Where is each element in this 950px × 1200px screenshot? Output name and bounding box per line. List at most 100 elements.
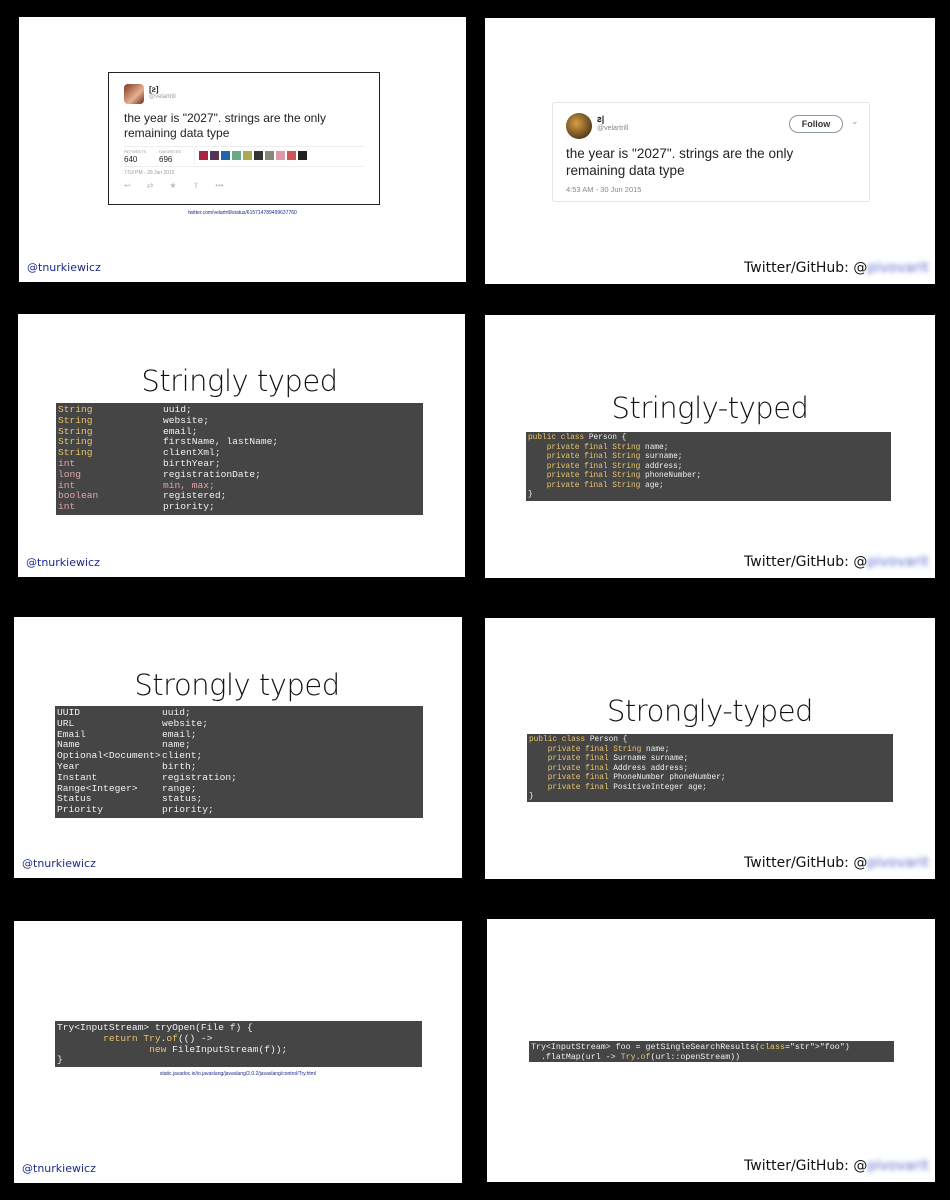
field-type: URL [57, 717, 75, 729]
code-block: public class Person { private final Stri… [527, 734, 893, 802]
favorite-icon[interactable]: ★ [169, 181, 176, 190]
field-name: registrationDate; [163, 468, 261, 480]
slide-title: Strongly typed [134, 668, 340, 702]
retweets-label: RETWEETS [124, 149, 147, 154]
code-line: } [57, 1054, 63, 1066]
retweets-count: 640 [124, 155, 138, 164]
field-row: Year birth; [57, 761, 421, 773]
code-line: } [529, 793, 534, 801]
favorites-count: 696 [159, 155, 173, 164]
social-label: Twitter/GitHub: @ [744, 260, 868, 276]
favoriter-avatars [199, 151, 307, 160]
code-line: private final String address; [546, 462, 683, 471]
slide-6: Strongly-typed public class Person { pri… [485, 618, 935, 879]
field-name: uuid; [163, 404, 192, 415]
tweet-text: the year is "2027". strings are the only… [124, 111, 326, 140]
field-row: String clientXml; [58, 447, 421, 459]
tweet-timestamp: 7:53 PM - 29 Jun 2015 [124, 170, 175, 176]
source-link[interactable]: twitter.com/velartrill/status/6157147894… [19, 210, 466, 216]
slide-3: Stringly typed String uuid; String website;… [18, 314, 465, 577]
avatar [298, 151, 307, 160]
follow-button[interactable]: Follow [789, 115, 843, 133]
slide-title: Stringly typed [141, 364, 338, 398]
avatar [124, 84, 144, 104]
field-name: birthYear; [163, 457, 221, 469]
tweet-handle: @velartrill [149, 94, 176, 100]
social-label: Twitter/GitHub: @ [744, 554, 868, 570]
tweet-display-name: [ꙅ] [149, 85, 159, 94]
slide-8: Try<InputStream> foo = getSingleSearchRe… [487, 919, 935, 1182]
field-row: Range<Integer> range; [57, 783, 421, 795]
code-block: String uuid; String website; String email; Str… [56, 403, 423, 515]
social-handle: Twitter/GitHub: @pivovarit [744, 855, 929, 871]
blurred-handle: pivovarit [867, 554, 929, 570]
favorites-label: FAVORITES [159, 149, 182, 154]
code-block: Try<InputStream> foo = getSingleSearchRe… [529, 1041, 894, 1062]
code-line: new FileInputStream(f)); [149, 1043, 288, 1055]
field-row: boolean registered; [58, 490, 421, 502]
code-line: public class Person { [528, 434, 627, 442]
field-name: firstName, lastName; [163, 436, 279, 448]
chevron-down-icon[interactable]: ⌄ [851, 116, 859, 127]
field-row: UUID uuid; [57, 707, 421, 719]
tweet-text: the year is "2027". strings are the only… [566, 146, 794, 178]
code-line: private final Address address; [547, 764, 689, 773]
code-line: private final String surname; [546, 453, 683, 461]
avatar [276, 151, 285, 160]
author-handle: @tnurkiewicz [26, 556, 100, 569]
source-link[interactable]: static.javadoc.io/io.javaslang/javaslang… [14, 1071, 462, 1077]
field-row: String website; [58, 414, 421, 427]
code-line: private final Surname surname; [547, 755, 689, 763]
slide-1: [ꙅ] @velartrill the year is "2027". stri… [19, 17, 466, 282]
field-type: Instant [57, 771, 98, 783]
field-row: Priority priority; [57, 804, 421, 816]
social-handle: Twitter/GitHub: @pivovarit [744, 260, 929, 276]
field-name: client; [162, 750, 203, 762]
field-row: Optional<Document>client; [57, 750, 421, 762]
field-name: priority; [163, 501, 215, 513]
field-name: website; [162, 717, 209, 729]
avatar [232, 151, 241, 160]
field-row: URL website; [57, 717, 421, 730]
avatar [566, 113, 592, 139]
field-row: Status status; [57, 793, 421, 805]
field-row: String firstName, lastName; [58, 436, 421, 448]
code-line: private final PhoneNumber phoneNumber; [547, 774, 726, 782]
code-line: private final String name; [546, 443, 669, 452]
embedded-tweet: ꙅ| @velartrill Follow ⌄ the year is "202… [552, 102, 870, 202]
slide-title: Strongly-typed [607, 694, 813, 728]
field-name: priority; [162, 804, 214, 816]
field-name: email; [163, 425, 198, 437]
slide-7: Try<InputStream> tryOpen(File f) { retur… [14, 921, 462, 1183]
code-block: UUID uuid; URL website; Email email; Name name;… [55, 706, 423, 818]
code-line: public class Person { [529, 736, 628, 744]
field-row: String uuid; [58, 404, 421, 416]
embedded-tweet: [ꙅ] @velartrill the year is "2027". stri… [108, 72, 380, 205]
field-name: email; [162, 728, 197, 740]
code-block: Try<InputStream> tryOpen(File f) { retur… [55, 1021, 422, 1067]
field-row: int min, max; [58, 479, 421, 492]
social-label: Twitter/GitHub: @ [744, 1158, 868, 1174]
field-type: Priority [57, 804, 104, 816]
avatar [221, 151, 230, 160]
field-name: min, max; [163, 479, 215, 491]
retweet-icon[interactable]: ⇄ [147, 181, 154, 190]
field-name: registered; [163, 490, 227, 502]
code-line: return Try.of(() -> [103, 1032, 213, 1044]
blurred-handle: pivovarit [867, 260, 929, 276]
author-handle: @tnurkiewicz [27, 261, 101, 274]
field-name: name; [162, 739, 191, 751]
share-icon[interactable]: ⇪ [193, 181, 200, 190]
reply-icon[interactable]: ↩ [124, 181, 131, 190]
field-type: long [58, 468, 82, 480]
field-type: String [58, 414, 93, 426]
more-icon[interactable]: ••• [215, 181, 223, 190]
field-name: registration; [162, 771, 237, 783]
field-name: uuid; [162, 707, 191, 718]
tweet-timestamp: 4:53 AM - 30 Jun 2015 [566, 185, 642, 194]
author-handle: @tnurkiewicz [22, 857, 96, 870]
field-row: long registrationDate; [58, 468, 421, 481]
field-name: website; [163, 414, 210, 426]
avatar [210, 151, 219, 160]
avatar [254, 151, 263, 160]
